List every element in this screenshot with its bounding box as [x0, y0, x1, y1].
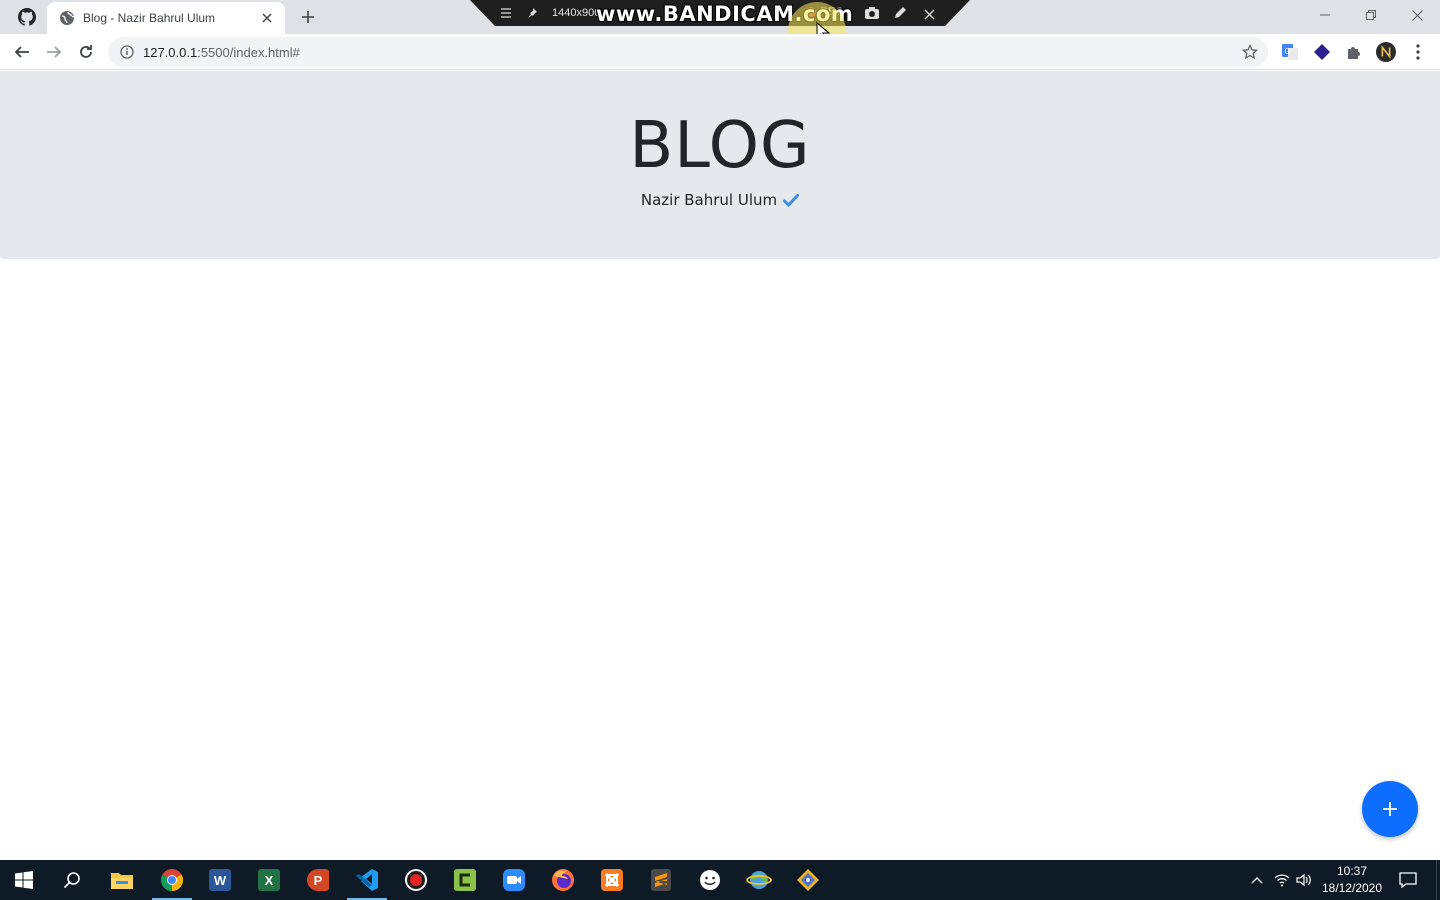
back-arrow-icon[interactable] — [10, 40, 34, 64]
url-text: 127.0.0.1:5500/index.html# — [143, 45, 1240, 60]
reload-icon[interactable] — [74, 40, 98, 64]
zoom-icon[interactable] — [490, 860, 538, 900]
taskbar-clock[interactable]: 10:37 18/12/2020 — [1318, 863, 1386, 897]
show-desktop-button[interactable] — [1436, 860, 1440, 900]
firefox-icon[interactable] — [539, 860, 587, 900]
tab-strip: Blog - Nazir Bahrul Ulum 1440x900 REC ww… — [0, 0, 1440, 60]
bookmark-star-icon[interactable] — [1240, 42, 1260, 62]
svg-text:G: G — [1284, 47, 1290, 56]
new-tab-button[interactable] — [297, 6, 319, 28]
clock-time: 10:37 — [1336, 864, 1368, 878]
start-icon[interactable] — [0, 860, 48, 900]
github-icon[interactable] — [17, 7, 37, 27]
url-path: :5500/index.html# — [197, 44, 300, 60]
recorder-close-icon[interactable] — [924, 7, 935, 25]
verified-check-icon — [783, 192, 800, 208]
site-info-icon[interactable] — [119, 44, 135, 60]
xampp-icon[interactable] — [588, 860, 636, 900]
git-icon[interactable] — [784, 860, 832, 900]
recorder-menu-icon[interactable] — [500, 8, 512, 18]
extension-diamond-icon[interactable] — [1312, 42, 1332, 62]
author-name: Nazir Bahrul Ulum — [640, 191, 778, 209]
browser-toolbar: 127.0.0.1:5500/index.html# G — [0, 34, 1440, 70]
word-letter: W — [209, 869, 231, 891]
camtasia-icon[interactable] — [441, 860, 489, 900]
address-bar[interactable]: 127.0.0.1:5500/index.html# — [108, 37, 1268, 67]
windows-taskbar: W X P 10:37 18/12/2020 — [0, 860, 1440, 900]
sublime-icon[interactable] — [637, 860, 685, 900]
window-minimize-icon[interactable] — [1302, 0, 1348, 30]
extensions-puzzle-icon[interactable] — [1344, 42, 1364, 62]
clock-date: 18/12/2020 — [1321, 881, 1383, 895]
globe-icon — [59, 10, 75, 26]
chrome-icon[interactable] — [148, 860, 196, 900]
pencil-icon[interactable] — [893, 6, 907, 25]
search-icon[interactable] — [48, 860, 96, 900]
recorder-resolution: 1440x900 — [552, 7, 601, 19]
window-close-icon[interactable] — [1394, 0, 1440, 30]
emoji-app-icon[interactable] — [686, 860, 734, 900]
tray-chevron-up-icon[interactable] — [1246, 860, 1268, 900]
window-restore-icon[interactable] — [1348, 0, 1394, 30]
tab-close-icon[interactable] — [259, 10, 275, 26]
browser-tab[interactable]: Blog - Nazir Bahrul Ulum — [47, 2, 285, 34]
recorder-controls: 1440x900 — [500, 4, 600, 22]
google-translate-icon[interactable]: G — [1280, 42, 1300, 62]
browser-menu-icon[interactable] — [1408, 42, 1428, 62]
wifi-icon[interactable] — [1272, 860, 1292, 900]
profile-avatar[interactable] — [1376, 42, 1396, 62]
excel-icon[interactable]: X — [245, 860, 293, 900]
blog-header: BLOG Nazir Bahrul Ulum — [0, 71, 1440, 259]
page-title: BLOG — [629, 109, 811, 183]
url-host: 127.0.0.1 — [143, 44, 198, 60]
notification-center-icon[interactable] — [1394, 860, 1422, 900]
camera-icon[interactable] — [864, 6, 880, 25]
network-globe-icon[interactable] — [735, 860, 783, 900]
forward-arrow-icon[interactable] — [42, 40, 66, 64]
author-row: Nazir Bahrul Ulum — [0, 191, 1440, 209]
tab-title: Blog - Nazir Bahrul Ulum — [83, 11, 216, 25]
powerpoint-icon[interactable]: P — [294, 860, 342, 900]
excel-letter: X — [258, 869, 280, 891]
ppt-letter: P — [307, 869, 329, 891]
recorder-pin-icon[interactable] — [526, 7, 538, 19]
recorder-icon[interactable] — [392, 860, 440, 900]
file-explorer-icon[interactable] — [98, 860, 146, 900]
vscode-icon[interactable] — [343, 860, 391, 900]
word-icon[interactable]: W — [196, 860, 244, 900]
volume-icon[interactable] — [1294, 860, 1314, 900]
add-post-button[interactable]: + — [1362, 781, 1418, 837]
